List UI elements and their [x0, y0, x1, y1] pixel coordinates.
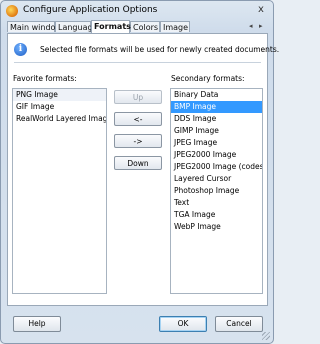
move-left-button[interactable]: <-	[114, 112, 162, 126]
secondary-formats-list[interactable]: Binary Data BMP Image DDS Image GIMP Ima…	[170, 88, 263, 294]
list-item[interactable]: JPEG Image	[171, 137, 262, 149]
list-item[interactable]: Layered Cursor	[171, 173, 262, 185]
favorite-formats-list[interactable]: PNG Image GIF Image RealWorld Layered Im…	[12, 88, 107, 294]
move-down-button[interactable]: Down	[114, 156, 162, 170]
list-item[interactable]: TGA Image	[171, 209, 262, 221]
help-button[interactable]: Help	[13, 316, 61, 332]
list-item[interactable]: BMP Image	[171, 101, 262, 113]
list-item[interactable]: DDS Image	[171, 113, 262, 125]
secondary-formats-label: Secondary formats:	[171, 74, 245, 83]
favorite-formats-label: Favorite formats:	[13, 74, 77, 83]
tab-image[interactable]: Image	[160, 21, 190, 32]
title-bar: Configure Application Options x	[1, 1, 273, 21]
tab-language[interactable]: Language	[55, 21, 97, 32]
tab-main-window[interactable]: Main window	[7, 21, 62, 32]
list-item[interactable]: JPEG2000 Image	[171, 149, 262, 161]
list-item[interactable]: Binary Data	[171, 89, 262, 101]
list-item[interactable]: Photoshop Image	[171, 185, 262, 197]
list-item[interactable]: RealWorld Layered Image	[13, 113, 106, 125]
formats-panel: i Selected file formats will be used for…	[7, 33, 279, 306]
tab-bar: Main window Language Formats Colors Imag…	[7, 20, 267, 33]
list-item[interactable]: GIMP Image	[171, 125, 262, 137]
list-item[interactable]: PNG Image	[13, 89, 106, 101]
cancel-button[interactable]: Cancel	[215, 316, 263, 332]
separator	[14, 62, 261, 63]
resize-grip-icon[interactable]	[262, 332, 270, 340]
info-icon: i	[14, 43, 27, 56]
list-item[interactable]: JPEG2000 Image (codest...	[171, 161, 262, 173]
close-button[interactable]: x	[254, 4, 268, 17]
list-item[interactable]: WebP Image	[171, 221, 262, 233]
ok-button[interactable]: OK	[159, 316, 207, 332]
list-item[interactable]: Text	[171, 197, 262, 209]
app-icon	[6, 5, 18, 17]
move-up-button[interactable]: Up	[114, 90, 162, 104]
move-right-button[interactable]: ->	[114, 134, 162, 148]
list-item[interactable]: GIF Image	[13, 101, 106, 113]
tab-formats[interactable]: Formats	[91, 20, 131, 33]
tab-colors[interactable]: Colors	[130, 21, 160, 32]
tab-scroll-left-icon[interactable]: ◂	[249, 22, 253, 30]
info-message: Selected file formats will be used for n…	[40, 45, 280, 54]
window-title: Configure Application Options	[23, 5, 158, 15]
tab-scroll-right-icon[interactable]: ▸	[259, 22, 263, 30]
options-dialog: Configure Application Options x Main win…	[0, 0, 279, 344]
